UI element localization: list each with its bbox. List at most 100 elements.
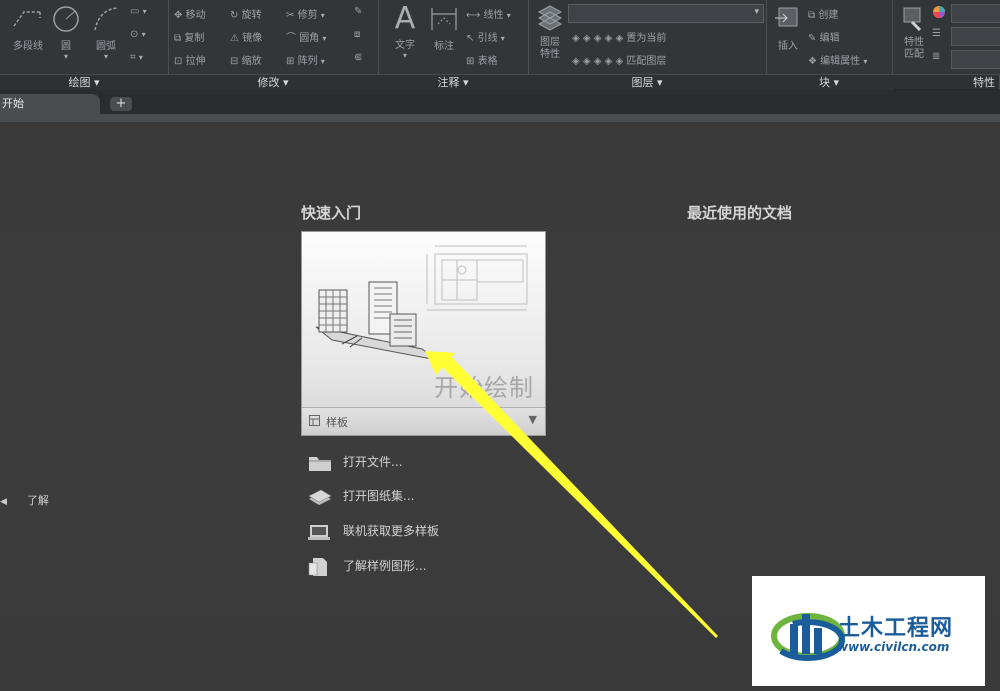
chevron-down-icon: ▾ — [506, 11, 511, 20]
text-button[interactable]: A 文字 ▾ — [388, 2, 422, 61]
watermark-url: www.civilcn.com — [837, 640, 950, 654]
move-tool[interactable]: ✥ 移动 — [174, 6, 206, 21]
text-label: 文字 — [395, 40, 415, 51]
dimension-icon — [431, 8, 457, 30]
chevron-down-icon[interactable]: ▾ — [48, 52, 84, 61]
learn-navigation[interactable]: ◀ 了解 — [0, 492, 49, 508]
color-wheel[interactable] — [932, 5, 946, 22]
rectangle-tool[interactable]: ▭ ▾ — [130, 6, 147, 17]
chevron-down-icon[interactable]: ▼ — [529, 413, 537, 426]
tab-start[interactable]: 开始 — [0, 94, 100, 114]
layer-stack-icon — [537, 5, 563, 31]
edit-block-icon: ✎ — [808, 33, 817, 44]
fillet-label: 圆角 — [299, 33, 320, 44]
fillet-tool[interactable]: ⌒ 圆角 ▾ — [286, 29, 326, 44]
layer-properties-button[interactable]: 图层 特性 — [532, 4, 568, 61]
lineweight-icon: ☰ — [932, 28, 941, 39]
linetype-tool[interactable]: ≣ — [932, 51, 940, 62]
folder-icon — [309, 456, 331, 471]
chevron-down-icon: ▾ — [863, 57, 868, 66]
layers-panel-title[interactable]: 图层 ▾ — [528, 74, 767, 90]
polyline-label: 多段线 — [13, 41, 43, 52]
chevron-down-icon: ▾ — [138, 53, 143, 62]
create-block-tool[interactable]: ⧉ 创建 — [808, 6, 838, 21]
stretch-tool[interactable]: ⊡ 拉伸 — [174, 52, 206, 67]
array-icon: ⊞ — [286, 56, 295, 67]
explode-tool[interactable]: ⧈ — [354, 29, 360, 40]
rotate-tool[interactable]: ↻ 旋转 — [230, 6, 262, 21]
layer-properties-label: 图层 特性 — [540, 37, 560, 60]
lineweight-tool[interactable]: ☰ — [932, 28, 941, 39]
trim-tool[interactable]: ✂ 修剪 ▾ — [286, 6, 325, 21]
trim-label: 修剪 — [297, 10, 318, 21]
mirror-tool[interactable]: ⚠ 镜像 — [230, 29, 262, 44]
hatch-icon: ⊙ — [130, 29, 139, 40]
erase-icon: ✎ — [354, 6, 363, 17]
erase-tool[interactable]: ✎ — [354, 6, 362, 17]
fillet-icon: ⌒ — [286, 33, 296, 44]
insert-block-icon — [775, 7, 798, 27]
table-label: 表格 — [477, 56, 498, 67]
table-tool[interactable]: ⊞ 表格 — [466, 52, 498, 67]
annotate-panel-title[interactable]: 注释 ▾ — [378, 74, 529, 90]
hatch-tool[interactable]: ⊙ ▾ — [130, 29, 146, 40]
chevron-down-icon: ▾ — [322, 34, 327, 43]
draw-panel: 多段线 圆 ▾ 圆弧 ▾ ▭ ▾ ⊙ ▾ ⌗ ▾ 绘图 ▾ — [0, 0, 169, 90]
layer-freeze-icon: ◈ ◈ ◈ ◈ ◈ — [572, 56, 624, 67]
leader-icon: ↖ — [466, 33, 475, 44]
template-selector[interactable]: 样板 ▼ — [302, 407, 545, 435]
learn-sample-drawings-link[interactable]: 了解样例图形... — [307, 554, 426, 578]
copy-tool[interactable]: ⧉ 复制 — [174, 29, 204, 44]
chevron-down-icon: ▾ — [320, 11, 325, 20]
mirror-label: 镜像 — [242, 33, 263, 44]
arc-button[interactable]: 圆弧 ▾ — [88, 4, 124, 61]
chevron-down-icon[interactable]: ▾ — [388, 51, 422, 60]
properties-panel-title[interactable]: 特性 — [892, 74, 1000, 89]
copy-label: 复制 — [184, 33, 205, 44]
file-tab-bar — [0, 90, 1000, 114]
color-dropdown[interactable] — [951, 4, 1000, 23]
sample-drawings-icon — [308, 557, 327, 576]
start-drawing-card[interactable]: 开始绘制 样板 ▼ — [301, 231, 546, 436]
chevron-down-icon: ▾ — [754, 7, 759, 17]
get-more-templates-link[interactable]: 联机获取更多样板 — [307, 519, 439, 543]
recent-documents-heading: 最近使用的文档 — [687, 204, 793, 222]
chevron-down-icon[interactable]: ▾ — [88, 52, 124, 61]
modify-panel-title[interactable]: 修改 ▾ — [168, 74, 379, 90]
edit-block-tool[interactable]: ✎ 编辑 — [808, 29, 840, 44]
circle-button[interactable]: 圆 ▾ — [48, 4, 84, 61]
draw-panel-title[interactable]: 绘图 ▾ — [0, 74, 169, 90]
polyline-button[interactable]: 多段线 — [8, 4, 48, 52]
rectangle-icon: ▭ — [130, 6, 140, 17]
boundary-tool[interactable]: ⌗ ▾ — [130, 52, 143, 63]
open-sheet-set-link[interactable]: 打开图纸集... — [307, 484, 414, 508]
offset-tool[interactable]: ⋐ — [354, 52, 362, 63]
linetype-dropdown[interactable] — [951, 50, 1000, 69]
match-properties-button[interactable]: 特性 匹配 — [896, 4, 932, 61]
scale-tool[interactable]: ⊟ 缩放 — [230, 52, 262, 67]
tab-content-strip — [0, 114, 1000, 122]
open-file-link[interactable]: 打开文件... — [307, 450, 402, 474]
layer-tools-row2[interactable]: ◈ ◈ ◈ ◈ ◈ 匹配图层 — [572, 52, 666, 67]
linetype-icon: ≣ — [932, 51, 941, 62]
open-sheet-set-label: 打开图纸集... — [343, 489, 415, 503]
explode-icon: ⧈ — [354, 29, 361, 40]
insert-button[interactable]: 插入 — [770, 4, 806, 52]
new-tab-button[interactable]: + — [110, 97, 132, 111]
move-icon: ✥ — [174, 10, 183, 21]
edit-attributes-tool[interactable]: ❖ 编辑属性 ▾ — [808, 52, 867, 67]
layer-dropdown[interactable]: ▾ — [568, 4, 764, 23]
layer-tools-row1[interactable]: ◈ ◈ ◈ ◈ ◈ 置为当前 — [572, 29, 666, 44]
array-tool[interactable]: ⊞ 阵列 ▾ — [286, 52, 325, 67]
block-panel-title[interactable]: 块 ▾ — [766, 74, 893, 90]
match-properties-label: 特性 匹配 — [904, 37, 924, 60]
leader-tool[interactable]: ↖ 引线 ▾ — [466, 29, 505, 44]
linear-label: 线性 — [483, 10, 504, 21]
chevron-down-icon: ▾ — [141, 30, 146, 39]
scale-icon: ⊟ — [230, 56, 239, 67]
dimension-button[interactable]: 标注 — [426, 4, 462, 52]
mirror-icon: ⚠ — [230, 33, 239, 44]
linear-tool[interactable]: ⟷ 线性 ▾ — [466, 6, 511, 21]
lineweight-dropdown[interactable] — [951, 27, 1000, 46]
set-current-label: 置为当前 — [626, 33, 667, 44]
